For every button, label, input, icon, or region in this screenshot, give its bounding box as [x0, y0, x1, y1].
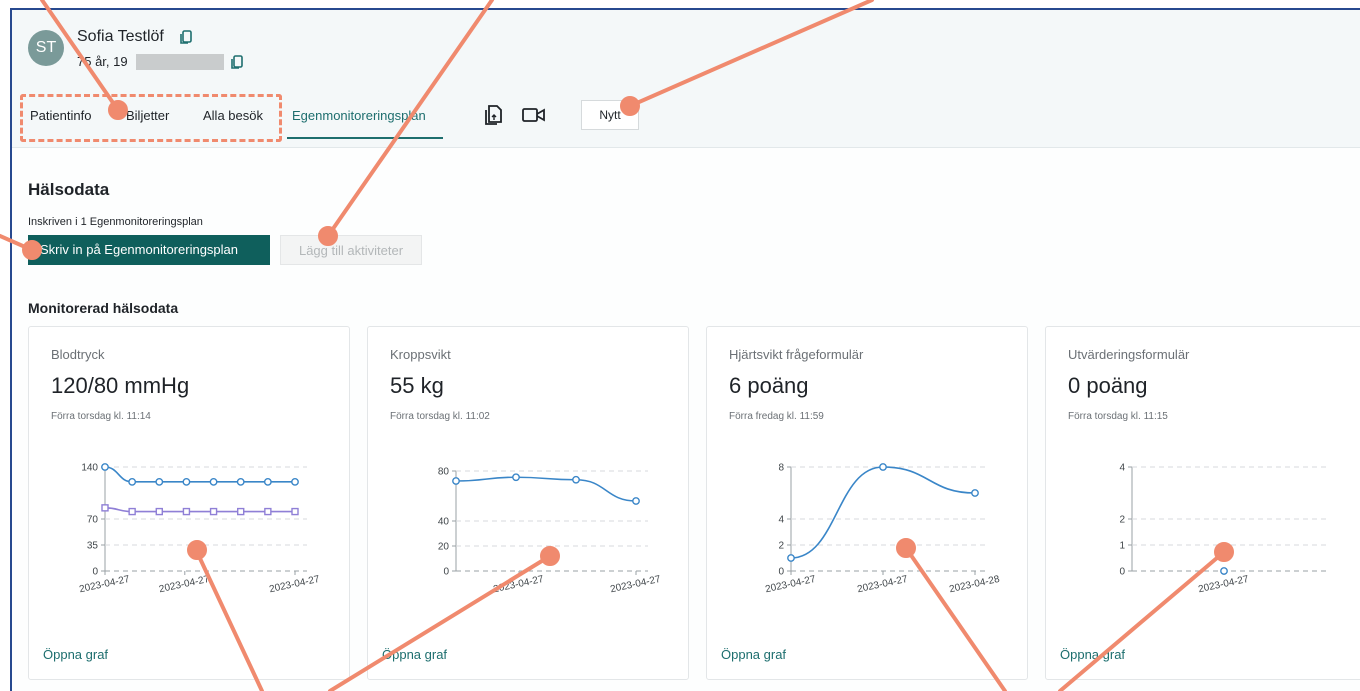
card-value: 0 poäng: [1068, 373, 1148, 398]
data-point: [291, 507, 299, 516]
patient-name: Sofia Testlöf: [77, 28, 164, 45]
data-point: [101, 463, 109, 471]
data-point: [182, 477, 191, 486]
health-card-weight: Kroppsvikt 55 kg Förra torsdag kl. 11:02…: [367, 326, 689, 680]
y-tick-label: 0: [778, 567, 784, 578]
y-tick-label: 20: [438, 542, 450, 553]
card-label: Blodtryck: [51, 347, 105, 362]
highlight-box: [20, 94, 282, 142]
data-point: [209, 507, 218, 516]
x-tick-label: 2023-04-27: [856, 574, 909, 595]
x-tick-label: 2023-04-27: [492, 574, 545, 595]
x-tick-label: 2023-04-27: [764, 574, 817, 595]
monitored-section-title: Monitorerad hälsodata: [28, 300, 179, 316]
data-point: [209, 477, 218, 486]
open-graph-link[interactable]: Öppna graf: [721, 647, 786, 662]
y-tick-label: 4: [778, 515, 784, 526]
data-point: [236, 477, 245, 486]
data-point: [101, 504, 109, 512]
new-button[interactable]: Nytt: [581, 100, 639, 130]
card-label: Utvärderingsformulär: [1068, 347, 1190, 362]
app-window: ST Sofia Testlöf 75 år, 19 Patientinfo B…: [10, 8, 1360, 691]
blood-pressure-chart: 0 35 70 140 2023-04-27 2023-04-27 2023-04-27: [78, 463, 321, 596]
copy-icon[interactable]: [180, 30, 192, 44]
y-tick-label: 4: [1119, 463, 1125, 474]
tab-egenmonitoreringsplan[interactable]: Egenmonitoreringsplan: [292, 108, 426, 123]
data-point: [128, 477, 137, 486]
avatar: ST: [28, 30, 64, 66]
x-tick-label: 2023-04-28: [948, 574, 1001, 595]
card-value: 55 kg: [390, 373, 444, 398]
data-point: [632, 497, 640, 505]
data-point: [182, 507, 191, 516]
x-tick-label: 2023-04-27: [78, 574, 131, 595]
x-tick-label: 2023-04-27: [609, 574, 662, 595]
y-tick-label: 8: [778, 463, 784, 474]
health-card-blood-pressure: Blodtryck 120/80 mmHg Förra torsdag kl. …: [28, 326, 350, 680]
add-activities-button[interactable]: Lägg till aktiviteter: [280, 235, 422, 265]
card-label: Hjärtsvikt frågeformulär: [729, 347, 864, 362]
enroll-button[interactable]: Skriv in på Egenmonitoreringsplan: [28, 235, 270, 265]
y-tick-label: 0: [92, 567, 98, 578]
data-point: [787, 554, 795, 562]
data-point: [155, 477, 164, 486]
x-tick-label: 2023-04-27: [158, 574, 211, 595]
data-point: [452, 477, 460, 485]
document-icon[interactable]: [485, 105, 503, 125]
y-tick-label: 140: [81, 463, 98, 474]
card-timestamp: Förra fredag kl. 11:59: [729, 411, 824, 422]
health-card-evaluation: Utvärderingsformulär 0 poäng Förra torsd…: [1045, 326, 1360, 680]
data-point: [572, 475, 580, 484]
tab-bar: Patientinfo Biljetter Alla besök Egenmon…: [12, 84, 1360, 148]
data-point: [879, 463, 887, 471]
y-tick-label: 70: [87, 515, 99, 526]
copy-icon[interactable]: [231, 55, 243, 69]
card-value: 6 poäng: [729, 373, 809, 398]
data-point: [128, 507, 136, 516]
y-tick-label: 80: [438, 467, 450, 478]
enrollment-status: Inskriven i 1 Egenmonitoreringsplan: [28, 216, 203, 228]
active-tab-indicator: [287, 137, 443, 139]
patient-age: 75 år, 19: [77, 54, 128, 69]
data-point: [264, 507, 272, 516]
y-tick-label: 40: [438, 517, 450, 528]
x-tick-label: 2023-04-27: [1197, 574, 1250, 595]
card-timestamp: Förra torsdag kl. 11:02: [390, 411, 490, 422]
y-tick-label: 0: [1119, 567, 1125, 578]
open-graph-link[interactable]: Öppna graf: [43, 647, 108, 662]
data-point: [155, 507, 163, 516]
y-tick-label: 2: [778, 541, 784, 552]
page-title: Hälsodata: [28, 180, 110, 199]
patient-header: ST Sofia Testlöf 75 år, 19: [12, 10, 1360, 84]
card-label: Kroppsvikt: [390, 347, 451, 362]
series-line: [455, 476, 637, 502]
y-tick-label: 35: [87, 541, 99, 552]
health-card-heart-failure: Hjärtsvikt frågeformulär 6 poäng Förra f…: [706, 326, 1028, 680]
card-timestamp: Förra torsdag kl. 11:14: [51, 411, 151, 422]
heart-failure-chart: 0 2 4 8 2023-04-27 2023-04-27 2023-04-28: [764, 463, 1001, 596]
card-timestamp: Förra torsdag kl. 11:15: [1068, 411, 1168, 422]
y-tick-label: 0: [443, 567, 449, 578]
data-point: [512, 473, 520, 482]
x-tick-label: 2023-04-27: [268, 574, 321, 595]
y-tick-label: 2: [1119, 515, 1125, 526]
data-point: [291, 477, 299, 486]
personal-number-redacted: [136, 54, 224, 70]
data-point: [263, 477, 272, 486]
data-point: [971, 489, 979, 497]
card-value: 120/80 mmHg: [51, 373, 190, 398]
series-line: [790, 466, 976, 559]
weight-chart: 0 20 40 80 2023-04-27 2023-04-27: [438, 467, 662, 596]
data-point: [1220, 567, 1228, 575]
y-tick-label: 1: [1119, 541, 1125, 552]
open-graph-link[interactable]: Öppna graf: [1060, 647, 1125, 662]
data-point: [237, 507, 245, 516]
video-icon[interactable]: [522, 107, 546, 123]
evaluation-chart: 0 1 2 4 2023-04-27: [1119, 463, 1328, 595]
open-graph-link[interactable]: Öppna graf: [382, 647, 447, 662]
